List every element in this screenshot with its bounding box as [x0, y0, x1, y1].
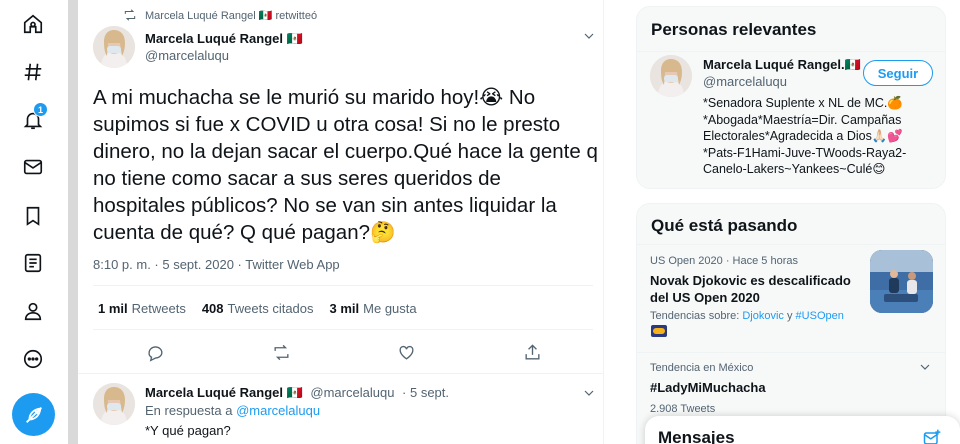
tweet-actions [78, 343, 604, 363]
retweets-stat[interactable]: 1 mil Retweets [98, 301, 186, 316]
tweet-text: A mi muchacha se le murió su marido hoy!… [93, 86, 598, 244]
divider [93, 285, 593, 286]
tweet-options-button[interactable] [581, 28, 597, 44]
share-icon [525, 344, 540, 360]
like-button[interactable] [397, 343, 417, 363]
left-nav: 1 [0, 0, 68, 444]
trend-related-link[interactable]: #USOpen [796, 310, 844, 322]
trend-related-link[interactable]: Djokovic [742, 310, 784, 322]
reply-text: *Y qué pagan? [145, 423, 231, 438]
reply-time[interactable]: · 5 sept. [402, 385, 449, 400]
in-reply-to: En respuesta a @marcelaluqu [145, 403, 321, 418]
trend-headline[interactable]: Novak Djokovic es descalificado del US O… [650, 272, 862, 306]
author-name[interactable]: Marcela Luqué Rangel 🇲🇽 [145, 31, 303, 47]
lists-icon[interactable] [18, 248, 48, 278]
more-icon[interactable] [18, 344, 48, 374]
profile-icon[interactable] [18, 296, 48, 326]
scrollbar-track[interactable] [68, 0, 78, 444]
divider [637, 51, 945, 52]
reply-button[interactable] [146, 343, 166, 363]
relevant-person-bio: *Senadora Suplente x NL de MC.🍊 *Abogada… [703, 96, 907, 176]
messages-drawer[interactable]: Mensajes [645, 416, 960, 444]
feather-icon [25, 406, 42, 423]
trend-related: Tendencias sobre: Djokovic y #USOpen [650, 310, 844, 322]
new-message-button[interactable] [922, 428, 942, 444]
reply-author-handle[interactable]: @marcelaluqu [310, 385, 394, 400]
divider [78, 373, 604, 374]
trend-options-button[interactable] [917, 359, 933, 375]
tweet-options-button[interactable] [581, 385, 597, 401]
bookmarks-icon[interactable] [18, 201, 48, 231]
author-handle[interactable]: @marcelaluqu [145, 48, 229, 63]
retweet-button[interactable] [272, 343, 292, 363]
divider [93, 329, 593, 330]
retweeted-by-text: Marcela Luqué Rangel 🇲🇽 retwitteó [145, 9, 318, 22]
trend-context: US Open 2020 · Hace 5 horas [650, 255, 798, 267]
avatar[interactable] [93, 26, 135, 68]
tweet-stats: 1 mil Retweets 408 Tweets citados 3 mil Me … [98, 301, 417, 316]
divider [637, 244, 945, 245]
messages-icon[interactable] [18, 152, 48, 182]
likes-stat[interactable]: 3 mil Me gusta [330, 301, 417, 316]
relevant-person-handle[interactable]: @marcelaluqu [703, 74, 787, 89]
retweet-indicator: Marcela Luqué Rangel 🇲🇽 retwitteó [123, 8, 317, 22]
notification-badge: 1 [33, 102, 48, 117]
chevron-down-icon [584, 33, 594, 39]
trend-tweet-count: 2.908 Tweets [650, 403, 716, 415]
card-title: Personas relevantes [651, 20, 817, 39]
tweet-timestamp[interactable]: 8:10 p. m. · 5 sept. 2020 · Twitter Web … [93, 257, 340, 272]
home-icon[interactable] [18, 9, 48, 39]
quotes-stat[interactable]: 408 Tweets citados [202, 301, 314, 316]
compose-tweet-button[interactable] [12, 393, 55, 436]
avatar[interactable] [93, 383, 135, 425]
trend-thumbnail[interactable] [870, 250, 933, 313]
chevron-down-icon [920, 364, 930, 370]
reply-to-link[interactable]: @marcelaluqu [236, 403, 320, 418]
retweet-icon [124, 9, 136, 21]
share-button[interactable] [523, 343, 543, 363]
messages-title: Mensajes [658, 428, 735, 444]
main-timeline: Marcela Luqué Rangel 🇲🇽 retwitteó Marcel… [78, 0, 604, 444]
trend-hashtag[interactable]: #LadyMiMuchacha [650, 379, 766, 396]
reply-icon [148, 346, 163, 362]
us-open-badge-icon [651, 325, 667, 337]
relevant-person-name[interactable]: Marcela Luqué Rangel.🇲🇽 [703, 57, 861, 73]
chevron-down-icon [584, 390, 594, 396]
trend-context: Tendencia en México [650, 362, 754, 374]
card-title: Qué está pasando [651, 216, 798, 235]
retweet-icon [274, 344, 289, 361]
follow-button[interactable]: Seguir [863, 60, 933, 86]
explore-icon[interactable] [18, 57, 48, 87]
new-message-icon [923, 429, 941, 444]
divider [637, 352, 945, 353]
heart-icon [399, 345, 414, 360]
avatar[interactable] [650, 55, 692, 97]
reply-author-name[interactable]: Marcela Luqué Rangel 🇲🇽 @marcelaluqu · 5… [145, 385, 449, 401]
